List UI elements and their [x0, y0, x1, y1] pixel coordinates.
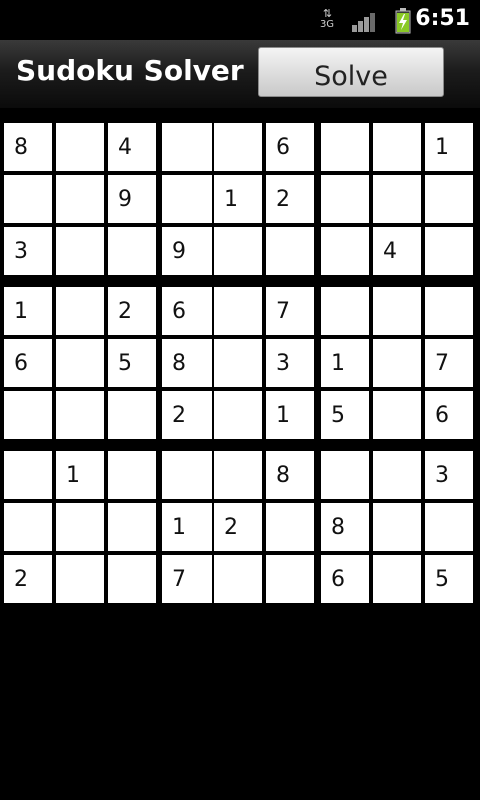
sudoku-cell-r6c5[interactable]	[214, 391, 262, 439]
up-down-arrows-icon: ⇅	[322, 7, 332, 20]
sudoku-cell-r4c7[interactable]	[321, 287, 369, 335]
sudoku-cell-r7c3[interactable]	[108, 451, 156, 499]
sudoku-cell-r7c8[interactable]	[373, 451, 421, 499]
sudoku-cell-r7c9[interactable]: 3	[425, 451, 473, 499]
sudoku-cell-r4c6[interactable]: 7	[266, 287, 314, 335]
battery-charging-icon	[395, 8, 411, 34]
sudoku-cell-r7c4[interactable]	[162, 451, 212, 499]
status-bar: ⇅ 3G 6:51	[0, 0, 480, 40]
sudoku-cell-r8c7[interactable]: 8	[321, 503, 369, 551]
sudoku-cell-r6c4[interactable]: 2	[162, 391, 212, 439]
sudoku-cell-r4c4[interactable]: 6	[162, 287, 212, 335]
sudoku-cell-r8c9[interactable]	[425, 503, 473, 551]
sudoku-cell-r9c1[interactable]: 2	[4, 555, 52, 603]
sudoku-cell-r8c5[interactable]: 2	[214, 503, 262, 551]
sudoku-cell-r4c2[interactable]	[56, 287, 104, 335]
sudoku-cell-r5c7[interactable]: 1	[321, 339, 369, 387]
sudoku-cell-r3c4[interactable]: 9	[162, 227, 212, 275]
sudoku-cell-r5c4[interactable]: 8	[162, 339, 212, 387]
sudoku-cell-r2c9[interactable]	[425, 175, 473, 223]
sudoku-cell-r4c8[interactable]	[373, 287, 421, 335]
sudoku-cell-r5c8[interactable]	[373, 339, 421, 387]
sudoku-cell-r5c9[interactable]: 7	[425, 339, 473, 387]
sudoku-cell-r4c3[interactable]: 2	[108, 287, 156, 335]
sudoku-cell-r1c9[interactable]: 1	[425, 123, 473, 171]
sudoku-cell-r7c2[interactable]: 1	[56, 451, 104, 499]
sudoku-grid: 8461912394126765831721561831282765	[0, 120, 480, 610]
sudoku-cell-r5c1[interactable]: 6	[4, 339, 52, 387]
sudoku-cell-r8c2[interactable]	[56, 503, 104, 551]
network-type-label: 3G	[319, 19, 335, 30]
sudoku-cell-r9c8[interactable]	[373, 555, 421, 603]
sudoku-cell-r1c3[interactable]: 4	[108, 123, 156, 171]
sudoku-cell-r3c9[interactable]	[425, 227, 473, 275]
sudoku-cell-r8c6[interactable]	[266, 503, 314, 551]
sudoku-cell-r7c6[interactable]: 8	[266, 451, 314, 499]
sudoku-cell-r1c1[interactable]: 8	[4, 123, 52, 171]
sudoku-cell-r6c6[interactable]: 1	[266, 391, 314, 439]
sudoku-cell-r9c7[interactable]: 6	[321, 555, 369, 603]
sudoku-cell-r9c4[interactable]: 7	[162, 555, 212, 603]
sudoku-cell-r1c5[interactable]	[214, 123, 262, 171]
sudoku-cell-r2c7[interactable]	[321, 175, 369, 223]
sudoku-cell-r7c7[interactable]	[321, 451, 369, 499]
sudoku-cell-r7c5[interactable]	[214, 451, 262, 499]
sudoku-cell-r3c1[interactable]: 3	[4, 227, 52, 275]
sudoku-cell-r2c4[interactable]	[162, 175, 212, 223]
sudoku-cell-r1c8[interactable]	[373, 123, 421, 171]
sudoku-cell-r6c7[interactable]: 5	[321, 391, 369, 439]
app-title: Sudoku Solver	[16, 54, 244, 87]
sudoku-cell-r3c2[interactable]	[56, 227, 104, 275]
sudoku-cell-r9c2[interactable]	[56, 555, 104, 603]
sudoku-cell-r3c8[interactable]: 4	[373, 227, 421, 275]
sudoku-cell-r2c3[interactable]: 9	[108, 175, 156, 223]
sudoku-cell-r2c8[interactable]	[373, 175, 421, 223]
sudoku-cell-r5c5[interactable]	[214, 339, 262, 387]
sudoku-cell-r1c6[interactable]: 6	[266, 123, 314, 171]
clock: 6:51	[415, 6, 470, 31]
sudoku-cell-r1c4[interactable]	[162, 123, 212, 171]
sudoku-cell-r9c3[interactable]	[108, 555, 156, 603]
sudoku-cell-r4c5[interactable]	[214, 287, 262, 335]
signal-strength-icon	[352, 8, 378, 34]
sudoku-cell-r1c2[interactable]	[56, 123, 104, 171]
sudoku-cell-r6c3[interactable]	[108, 391, 156, 439]
sudoku-cell-r1c7[interactable]	[321, 123, 369, 171]
sudoku-cell-r5c6[interactable]: 3	[266, 339, 314, 387]
sudoku-cell-r2c5[interactable]: 1	[214, 175, 262, 223]
sudoku-cell-r2c1[interactable]	[4, 175, 52, 223]
sudoku-cell-r3c7[interactable]	[321, 227, 369, 275]
sudoku-cell-r6c1[interactable]	[4, 391, 52, 439]
app-title-bar: Sudoku Solver Solve	[0, 40, 480, 108]
sudoku-cell-r7c1[interactable]	[4, 451, 52, 499]
sudoku-cell-r8c4[interactable]: 1	[162, 503, 212, 551]
sudoku-cell-r8c1[interactable]	[4, 503, 52, 551]
sudoku-cell-r8c3[interactable]	[108, 503, 156, 551]
sudoku-cell-r2c2[interactable]	[56, 175, 104, 223]
data-transfer-icon: ⇅ 3G	[318, 8, 336, 34]
sudoku-cell-r4c9[interactable]	[425, 287, 473, 335]
sudoku-cell-r2c6[interactable]: 2	[266, 175, 314, 223]
sudoku-cell-r9c6[interactable]	[266, 555, 314, 603]
sudoku-cell-r5c2[interactable]	[56, 339, 104, 387]
sudoku-cell-r9c5[interactable]	[214, 555, 262, 603]
sudoku-cell-r6c8[interactable]	[373, 391, 421, 439]
sudoku-cell-r3c3[interactable]	[108, 227, 156, 275]
sudoku-cell-r3c6[interactable]	[266, 227, 314, 275]
sudoku-cell-r8c8[interactable]	[373, 503, 421, 551]
solve-button[interactable]: Solve	[258, 47, 444, 97]
sudoku-cell-r4c1[interactable]: 1	[4, 287, 52, 335]
sudoku-cell-r9c9[interactable]: 5	[425, 555, 473, 603]
sudoku-cell-r5c3[interactable]: 5	[108, 339, 156, 387]
sudoku-cell-r3c5[interactable]	[214, 227, 262, 275]
sudoku-cell-r6c2[interactable]	[56, 391, 104, 439]
sudoku-cell-r6c9[interactable]: 6	[425, 391, 473, 439]
